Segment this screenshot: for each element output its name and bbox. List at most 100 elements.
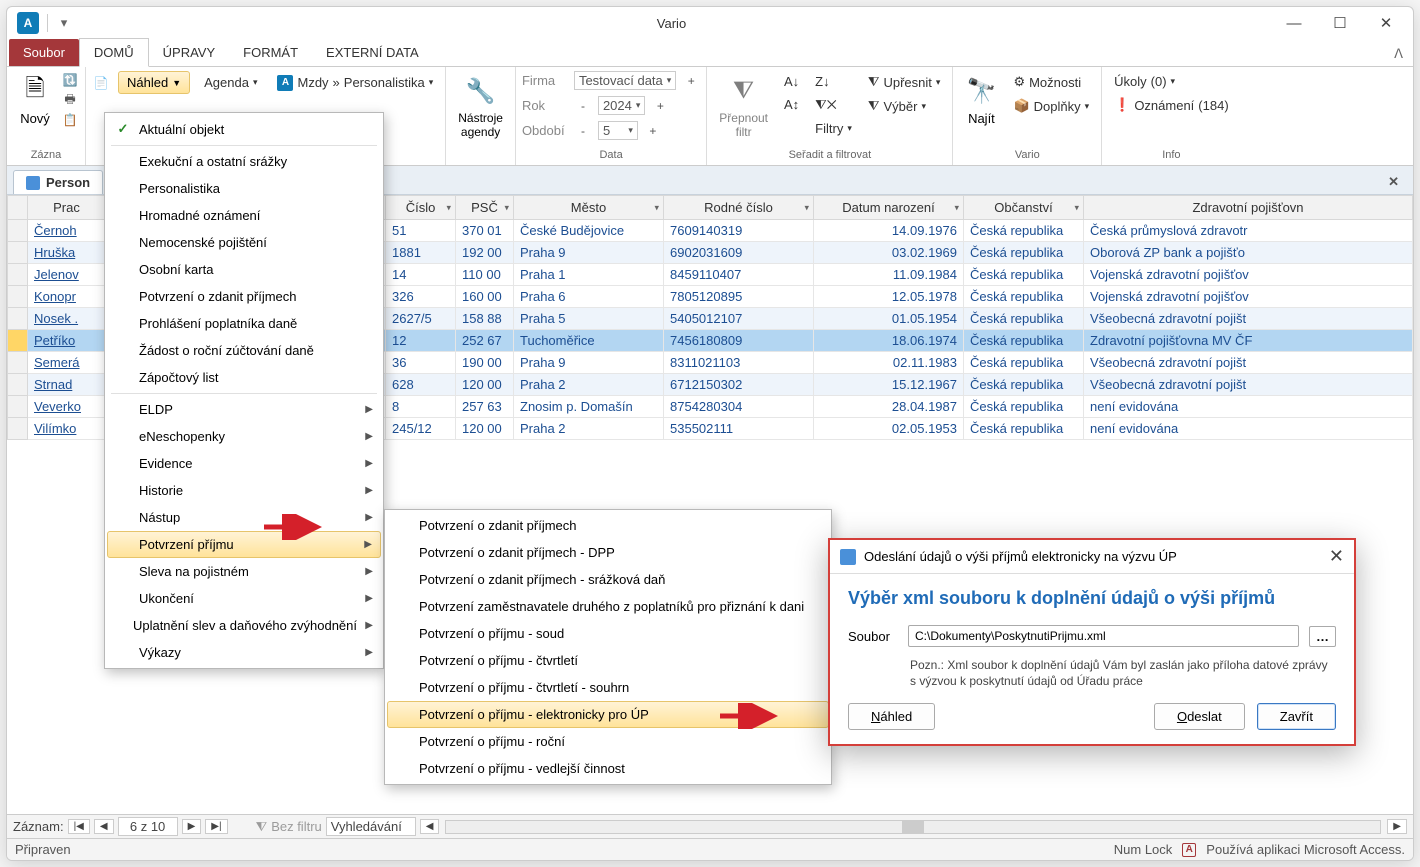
menu-item[interactable]: Historie▶ [107,477,381,504]
menu-item[interactable]: Osobní karta [107,256,381,283]
send-button[interactable]: Odeslat [1154,703,1245,730]
table-cell[interactable]: 190 00 [456,352,514,374]
col-ins[interactable]: Zdravotní pojišťovn [1084,196,1413,220]
table-cell[interactable]: 02.11.1983 [814,352,964,374]
table-cell[interactable]: Česká republika [964,352,1084,374]
table-cell[interactable]: 7609140319 [664,220,814,242]
table-cell[interactable]: 8754280304 [664,396,814,418]
table-cell[interactable]: Praha 6 [514,286,664,308]
menu-item[interactable]: Žádost o roční zúčtování daně [107,337,381,364]
menu-item[interactable]: Potvrzení o zdanit příjmech - srážková d… [387,566,829,593]
refine-button[interactable]: ⧨Upřesnit▾ [862,71,947,93]
menu-item[interactable]: eNeschopenky▶ [107,423,381,450]
table-cell[interactable]: 628 [386,374,456,396]
table-cell[interactable]: Praha 5 [514,308,664,330]
menu-item[interactable]: Potvrzení zaměstnavatele druhého z popla… [387,593,829,620]
file-path-input[interactable] [908,625,1299,647]
table-cell[interactable]: 7456180809 [664,330,814,352]
refresh-icon[interactable]: 🔃 [61,71,79,89]
table-cell[interactable]: Oborová ZP bank a pojišťo [1084,242,1413,264]
table-cell[interactable]: Všeobecná zdravotní pojišt [1084,374,1413,396]
table-cell[interactable]: Konopr [28,286,106,308]
table-cell[interactable]: Vilímko [28,418,106,440]
close-button[interactable]: ✕ [1363,8,1409,38]
table-cell[interactable]: Tuchoměřice [514,330,664,352]
menu-item[interactable]: Výkazy▶ [107,639,381,666]
table-cell[interactable]: 02.05.1953 [814,418,964,440]
addins-button[interactable]: 📦Doplňky▾ [1007,95,1095,117]
table-cell[interactable]: Praha 9 [514,352,664,374]
table-cell[interactable]: 120 00 [456,374,514,396]
menu-item[interactable]: ELDP▶ [107,396,381,423]
table-cell[interactable]: 14 [386,264,456,286]
table-cell[interactable]: Česká republika [964,396,1084,418]
table-cell[interactable]: 160 00 [456,286,514,308]
menu-item[interactable]: Potvrzení o příjmu - čtvrtletí [387,647,829,674]
recnav-last[interactable]: ▶| [205,819,227,834]
table-cell[interactable]: Praha 9 [514,242,664,264]
qat-dropdown-icon[interactable]: ▾ [56,15,72,31]
table-cell[interactable]: 12.05.1978 [814,286,964,308]
table-cell[interactable]: 6902031609 [664,242,814,264]
table-cell[interactable]: Semerá [28,352,106,374]
plus-icon[interactable]: + [651,97,669,115]
ribbon-collapse-icon[interactable]: ᐱ [1384,42,1413,66]
table-cell[interactable]: 36 [386,352,456,374]
browse-button[interactable]: … [1309,626,1336,647]
menu-item[interactable]: Potvrzení příjmu▶ [107,531,381,558]
toggle-filter-button[interactable]: ⧨ Přepnout filtr [713,71,774,143]
table-cell[interactable]: Černoh [28,220,106,242]
table-cell[interactable]: Praha 2 [514,374,664,396]
table-cell[interactable]: 370 01 [456,220,514,242]
plus-icon[interactable]: + [644,122,662,140]
menu-item[interactable]: Potvrzení o příjmu - vedlejší činnost [387,755,829,782]
table-cell[interactable]: Česká republika [964,264,1084,286]
table-cell[interactable]: 28.04.1987 [814,396,964,418]
tasks-button[interactable]: Úkoly (0)▾ [1108,71,1235,92]
options-button[interactable]: ⚙Možnosti [1007,71,1095,93]
filters-dropdown[interactable]: Filtry▾ [809,118,858,139]
table-cell[interactable]: 2627/5 [386,308,456,330]
tab-home[interactable]: DOMŮ [79,38,149,67]
table-cell[interactable]: Nosek . [28,308,106,330]
table-cell[interactable]: Znosim p. Domašín [514,396,664,418]
table-cell[interactable]: 11.09.1984 [814,264,964,286]
breadcrumb[interactable]: A Mzdy » Personalistika ▾ [271,72,439,94]
table-cell[interactable]: 252 67 [456,330,514,352]
recnav-search-prev[interactable]: ◀ [420,819,440,834]
horizontal-scrollbar[interactable] [445,820,1381,834]
table-cell[interactable]: 7805120895 [664,286,814,308]
table-cell[interactable]: Česká republika [964,374,1084,396]
table-cell[interactable]: Vojenská zdravotní pojišťov [1084,286,1413,308]
sort-desc-button[interactable]: Z↓ [809,71,858,92]
table-cell[interactable]: není evidována [1084,418,1413,440]
menu-item[interactable]: Potvrzení o příjmu - čtvrtletí - souhrn [387,674,829,701]
table-cell[interactable]: 8 [386,396,456,418]
col-psc[interactable]: PSČ▾ [456,196,514,220]
select-button[interactable]: ⧨Výběr▾ [862,95,947,117]
notifications-button[interactable]: ❗ Oznámení (184) [1108,94,1235,116]
tools-button[interactable]: 🔧 Nástroje agendy [452,71,509,143]
table-cell[interactable]: 01.05.1954 [814,308,964,330]
table-cell[interactable]: Všeobecná zdravotní pojišt [1084,308,1413,330]
table-cell[interactable]: 8311021103 [664,352,814,374]
table-cell[interactable]: 6712150302 [664,374,814,396]
col-cit[interactable]: Občanství▾ [964,196,1084,220]
close-dialog-button[interactable]: Zavřít [1257,703,1336,730]
menu-item[interactable]: Hromadné oznámení [107,202,381,229]
table-cell[interactable]: Česká republika [964,330,1084,352]
obdobi-combo[interactable]: 5▾ [598,121,638,140]
recnav-first[interactable]: |◀ [68,819,90,834]
table-cell[interactable]: Petříko [28,330,106,352]
print-icon[interactable]: 🖶 [61,91,79,109]
clipboard-icon[interactable]: 📋 [61,111,79,129]
recnav-position[interactable]: 6 z 10 [118,817,178,836]
table-cell[interactable]: 535502111 [664,418,814,440]
table-cell[interactable]: 326 [386,286,456,308]
menu-item[interactable]: Zápočtový list [107,364,381,391]
nahled-button[interactable]: Náhled ▼ [118,71,190,94]
menu-item[interactable]: Nástup▶ [107,504,381,531]
tab-external[interactable]: EXTERNÍ DATA [312,39,433,66]
table-cell[interactable]: 03.02.1969 [814,242,964,264]
menu-item[interactable]: Nemocenské pojištění [107,229,381,256]
